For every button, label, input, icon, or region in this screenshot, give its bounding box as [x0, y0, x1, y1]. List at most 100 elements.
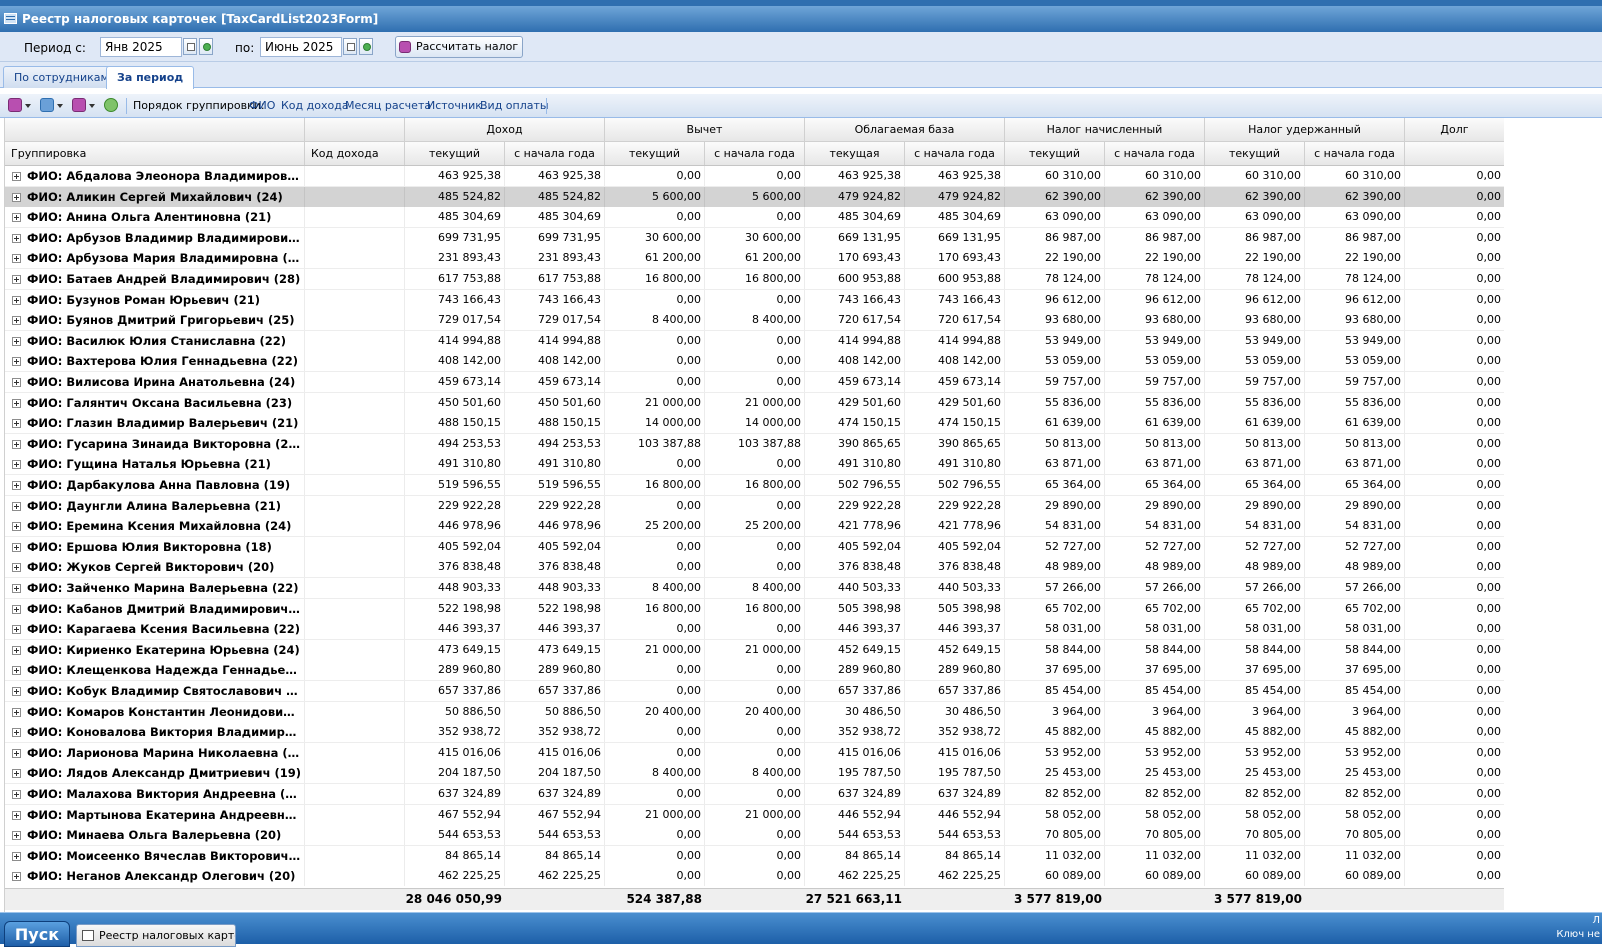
period-to-calendar-icon[interactable]	[343, 38, 357, 55]
row-name[interactable]: ФИО: Еремина Ксения Михайловна (24)	[5, 516, 305, 537]
expand-plus-icon[interactable]	[12, 851, 21, 861]
expand-plus-icon[interactable]	[12, 769, 21, 779]
expand-plus-icon[interactable]	[12, 707, 21, 717]
expand-plus-icon[interactable]	[12, 790, 21, 799]
expand-plus-icon[interactable]	[12, 254, 21, 264]
table-row[interactable]: ФИО: Вилисова Ирина Анатольевна (24) 459 …	[5, 372, 1504, 393]
row-name[interactable]: ФИО: Коновалова Виктория Владимировна (1…	[5, 722, 305, 743]
period-from-field[interactable]: Янв 2025	[100, 37, 182, 57]
table-row[interactable]: ФИО: Вахтерова Юлия Геннадьевна (22) 408 …	[5, 351, 1504, 373]
expand-plus-icon[interactable]	[12, 728, 21, 738]
table-row[interactable]: ФИО: Василюк Юлия Станиславна (22) 414 99…	[5, 330, 1504, 352]
row-name[interactable]: ФИО: Батаев Андрей Владимирович (28)	[5, 269, 305, 289]
chevron-down-icon[interactable]	[57, 104, 63, 108]
row-name[interactable]: ФИО: Бузунов Роман Юрьевич (21)	[5, 289, 305, 310]
grouping-item-source[interactable]: Источник	[427, 99, 482, 113]
table-row[interactable]: ФИО: Ершова Юлия Викторовна (18) 405 592,…	[5, 536, 1504, 558]
table-row[interactable]: ФИО: Мартынова Екатерина Андреевна (24) 4…	[5, 804, 1504, 826]
row-name[interactable]: ФИО: Комаров Константин Леонидович (4)	[5, 701, 305, 722]
table-row[interactable]: ФИО: Клещенкова Надежда Геннадьевна (15)…	[5, 660, 1504, 682]
table-row[interactable]: ФИО: Кобук Владимир Святославович (25) 65…	[5, 681, 1504, 702]
header-income-current[interactable]: текущий	[405, 142, 505, 165]
row-name[interactable]: ФИО: Арбузова Мария Владимировна (23)	[5, 248, 305, 269]
expand-plus-icon[interactable]	[12, 687, 21, 696]
row-name[interactable]: ФИО: Вилисова Ирина Анатольевна (24)	[5, 372, 305, 392]
row-name[interactable]: ФИО: Ларионова Марина Николаевна (22)	[5, 742, 305, 763]
row-name[interactable]: ФИО: Вахтерова Юлия Геннадьевна (22)	[5, 351, 305, 372]
period-from-apply-icon[interactable]	[199, 38, 213, 55]
row-name[interactable]: ФИО: Галянтич Оксана Васильевна (23)	[5, 392, 305, 413]
header-accrued-current[interactable]: текущий	[1005, 142, 1105, 165]
period-to-apply-icon[interactable]	[359, 38, 373, 55]
row-name[interactable]: ФИО: Малахова Виктория Андреевна (20)	[5, 784, 305, 804]
expand-plus-icon[interactable]	[12, 748, 21, 758]
row-name[interactable]: ФИО: Гущина Наталья Юрьевна (21)	[5, 454, 305, 475]
chevron-down-icon[interactable]	[89, 104, 95, 108]
table-row[interactable]: ФИО: Минаева Ольга Валерьевна (20) 544 65…	[5, 825, 1504, 847]
expand-plus-icon[interactable]	[12, 213, 21, 223]
expand-plus-icon[interactable]	[12, 419, 21, 429]
expand-plus-icon[interactable]	[12, 625, 21, 635]
expand-plus-icon[interactable]	[12, 481, 21, 490]
header-deduction-ytd[interactable]: с начала года	[705, 142, 805, 165]
header-income-ytd[interactable]: с начала года	[505, 142, 605, 165]
row-name[interactable]: ФИО: Аликин Сергей Михайлович (24)	[5, 186, 305, 207]
header-base-ytd[interactable]: с начала года	[905, 142, 1005, 165]
table-row[interactable]: ФИО: Батаев Андрей Владимирович (28) 617 …	[5, 269, 1504, 290]
row-name[interactable]: ФИО: Анина Ольга Алентиновна (21)	[5, 207, 305, 228]
table-row[interactable]: ФИО: Даунгли Алина Валерьевна (21) 229 92…	[5, 495, 1504, 517]
table-row[interactable]: ФИО: Анина Ольга Алентиновна (21) 485 304…	[5, 207, 1504, 229]
period-to-field[interactable]: Июнь 2025	[260, 37, 342, 57]
row-name[interactable]: ФИО: Минаева Ольга Валерьевна (20)	[5, 825, 305, 846]
table-row[interactable]: ФИО: Кириенко Екатерина Юрьевна (24) 473 …	[5, 639, 1504, 661]
row-name[interactable]: ФИО: Моисеенко Вячеслав Викторович (5)	[5, 845, 305, 866]
header-debt[interactable]: Долг	[1405, 118, 1504, 141]
table-row[interactable]: ФИО: Галянтич Оксана Васильевна (23) 450 …	[5, 392, 1504, 414]
row-name[interactable]: ФИО: Кириенко Екатерина Юрьевна (24)	[5, 639, 305, 660]
row-name[interactable]: ФИО: Ершова Юлия Викторовна (18)	[5, 536, 305, 557]
header-base-current[interactable]: текущая	[805, 142, 905, 165]
add-icon[interactable]	[8, 98, 22, 112]
row-name[interactable]: ФИО: Глазин Владимир Валерьевич (21)	[5, 413, 305, 434]
row-name[interactable]: ФИО: Лядов Александр Дмитриевич (19)	[5, 763, 305, 784]
row-name[interactable]: ФИО: Зайченко Марина Валерьевна (22)	[5, 578, 305, 598]
row-name[interactable]: ФИО: Дарбакулова Анна Павловна (19)	[5, 475, 305, 495]
row-name[interactable]: ФИО: Неганов Александр Олегович (20)	[5, 866, 305, 886]
row-name[interactable]: ФИО: Кобук Владимир Святославович (25)	[5, 681, 305, 701]
table-row[interactable]: ФИО: Жуков Сергей Викторович (20) 376 838…	[5, 557, 1504, 579]
row-name[interactable]: ФИО: Василюк Юлия Станиславна (22)	[5, 330, 305, 351]
table-row[interactable]: ФИО: Зайченко Марина Валерьевна (22) 448 …	[5, 578, 1504, 599]
expand-plus-icon[interactable]	[12, 666, 21, 676]
row-name[interactable]: ФИО: Гусарина Зинаида Викторовна (26)	[5, 433, 305, 454]
calculate-tax-button[interactable]: Рассчитать налог	[395, 36, 524, 58]
table-row[interactable]: ФИО: Дарбакулова Анна Павловна (19) 519 5…	[5, 475, 1504, 496]
table-row[interactable]: ФИО: Коновалова Виктория Владимировна (1…	[5, 722, 1504, 744]
expand-plus-icon[interactable]	[12, 172, 21, 181]
table-row[interactable]: ФИО: Аликин Сергей Михайлович (24) 485 52…	[5, 186, 1504, 208]
expand-plus-icon[interactable]	[12, 336, 21, 346]
expand-plus-icon[interactable]	[12, 378, 21, 387]
header-income-code[interactable]: Код дохода	[305, 142, 405, 165]
table-row[interactable]: ФИО: Лядов Александр Дмитриевич (19) 204 …	[5, 763, 1504, 785]
grouping-item-payment-type[interactable]: Вид оплаты	[480, 99, 549, 113]
expand-plus-icon[interactable]	[12, 810, 21, 820]
period-from-calendar-icon[interactable]	[183, 38, 197, 55]
expand-plus-icon[interactable]	[12, 295, 21, 305]
table-row[interactable]: ФИО: Неганов Александр Олегович (20) 462 …	[5, 866, 1504, 886]
table-row[interactable]: ФИО: Гусарина Зинаида Викторовна (26) 494…	[5, 433, 1504, 455]
header-tax-accrued[interactable]: Налог начисленный	[1005, 118, 1205, 141]
expand-plus-icon[interactable]	[12, 192, 21, 202]
expand-plus-icon[interactable]	[12, 501, 21, 511]
settings-icon[interactable]	[72, 98, 86, 112]
expand-plus-icon[interactable]	[12, 604, 21, 614]
row-name[interactable]: ФИО: Даунгли Алина Валерьевна (21)	[5, 495, 305, 516]
header-grouping[interactable]: Группировка	[5, 142, 305, 165]
row-name[interactable]: ФИО: Мартынова Екатерина Андреевна (24)	[5, 804, 305, 825]
expand-plus-icon[interactable]	[12, 233, 21, 243]
tab-by-period[interactable]: За период	[106, 66, 195, 89]
row-name[interactable]: ФИО: Жуков Сергей Викторович (20)	[5, 557, 305, 578]
table-row[interactable]: ФИО: Малахова Виктория Андреевна (20) 637…	[5, 784, 1504, 805]
tab-by-employees[interactable]: По сотрудникам	[3, 66, 120, 88]
grouping-item-calc-month[interactable]: Месяц расчета	[345, 99, 431, 113]
header-tax-withheld[interactable]: Налог удержанный	[1205, 118, 1405, 141]
